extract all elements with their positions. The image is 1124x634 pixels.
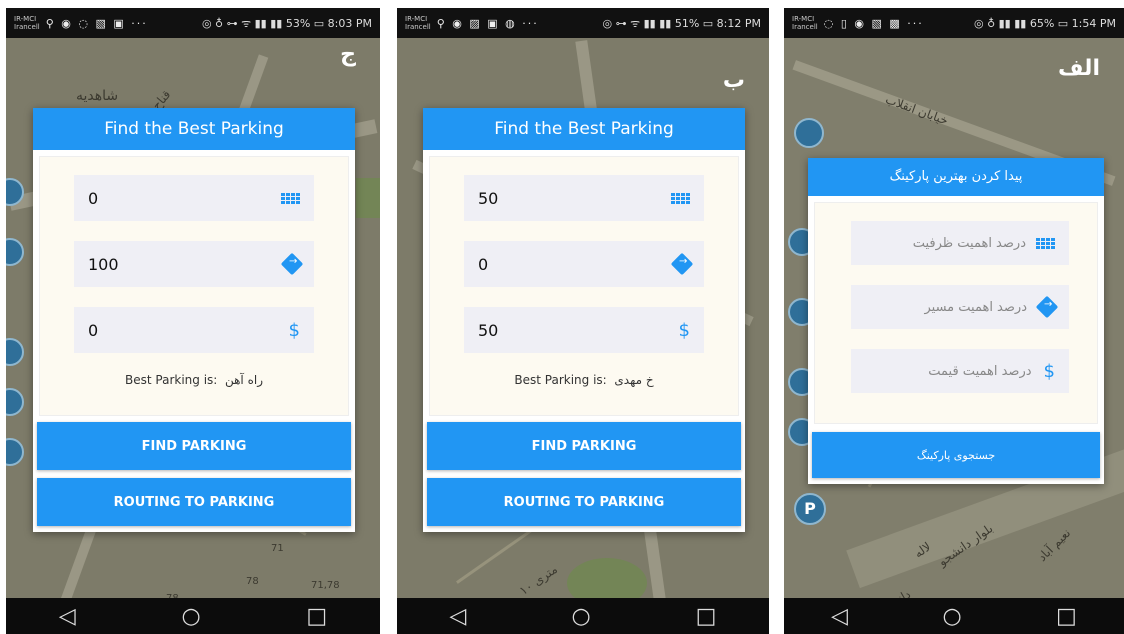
route-weight-input[interactable]: 100 [74, 241, 314, 287]
map-label: ۱۰ متری [516, 561, 560, 598]
recent-apps-icon[interactable]: □ [306, 604, 327, 629]
dollar-icon: $ [288, 319, 300, 341]
parking-dialog: پیدا کردن بهترین پارکینگ درصد اهمیت ظرفی… [808, 158, 1104, 484]
home-icon[interactable]: ○ [942, 604, 961, 629]
map-label: خیابان انقلاب [883, 92, 950, 128]
dialog-body: 0 100 0 $ Best Parking is: راه آهن [39, 156, 349, 416]
price-weight-input[interactable]: $ درصد اهمیت قیمت [851, 349, 1069, 393]
notification-icons: ◌ ▯ ◉ ▧ ▩ ··· [823, 16, 924, 30]
find-parking-button[interactable]: FIND PARKING [37, 422, 351, 470]
direction-icon [670, 252, 694, 276]
status-bar: IR-MCI Irancell ⚲ ◉ ▨ ▣ ◍ ··· ◎ ⊶ ᯤ ▮▮ ▮… [397, 8, 769, 38]
map-label: نعیم آباد [1034, 525, 1074, 565]
notification-icons: ⚲ ◉ ▨ ▣ ◍ ··· [436, 16, 539, 30]
back-icon[interactable]: ◁ [59, 604, 76, 629]
status-right: ◎ ♁ ⊶ ᯤ ▮▮ ▮▮ 53% ▭ 8:03 PM [201, 16, 372, 30]
result-value: خ مهدی [614, 373, 654, 387]
routing-to-parking-button[interactable]: ROUTING TO PARKING [37, 478, 351, 526]
map-marker[interactable] [6, 238, 24, 266]
field-value: 50 [478, 188, 499, 208]
carrier-label: IR-MCI Irancell [792, 15, 818, 31]
parking-dialog: Find the Best Parking 0 100 0 $ Best Par… [33, 108, 355, 532]
field-placeholder: درصد اهمیت مسیر [924, 299, 1027, 315]
carrier-label: IR-MCI Irancell [405, 15, 431, 31]
result-value: راه آهن [224, 373, 263, 387]
home-icon[interactable]: ○ [571, 604, 590, 629]
best-parking-result: Best Parking is: خ مهدی [430, 373, 738, 387]
status-bar: IR-MCI Irancell ⚲ ◉ ◌ ▧ ▣ ··· ◎ ♁ ⊶ ᯤ ▮▮… [6, 8, 380, 38]
dollar-icon: $ [678, 319, 690, 341]
parking-dialog: Find the Best Parking 50 0 50 $ Best Par… [423, 108, 745, 532]
home-icon[interactable]: ○ [181, 604, 200, 629]
map-label: شاهدیه [76, 88, 119, 104]
direction-icon [1035, 295, 1059, 319]
dollar-icon: $ [1043, 360, 1055, 382]
grid-icon [671, 192, 690, 204]
map-marker[interactable] [6, 388, 24, 416]
dialog-title: پیدا کردن بهترین پارکینگ [808, 158, 1104, 196]
capacity-weight-input[interactable]: 0 [74, 175, 314, 221]
android-nav-bar: ◁ ○ □ [784, 598, 1124, 634]
carrier-label: IR-MCI Irancell [14, 15, 40, 31]
status-bar: IR-MCI Irancell ◌ ▯ ◉ ▧ ▩ ··· ◎ ♁ ▮▮ ▮▮ … [784, 8, 1124, 38]
grid-icon [1036, 237, 1055, 249]
field-value: 0 [88, 188, 99, 208]
direction-icon [280, 252, 304, 276]
map-marker[interactable] [6, 338, 24, 366]
map-marker[interactable] [6, 438, 24, 466]
price-weight-input[interactable]: 50 $ [464, 307, 704, 353]
field-value: 0 [88, 320, 99, 340]
dialog-title: Find the Best Parking [423, 108, 745, 150]
map-label: 71 [271, 543, 284, 554]
panel-label: ب [722, 68, 745, 93]
find-parking-button[interactable]: FIND PARKING [427, 422, 741, 470]
field-placeholder: درصد اهمیت ظرفیت [912, 235, 1026, 251]
result-label: Best Parking is: [125, 373, 218, 387]
back-icon[interactable]: ◁ [450, 604, 467, 629]
routing-to-parking-button[interactable]: ROUTING TO PARKING [427, 478, 741, 526]
panel-label: الف [1057, 56, 1100, 81]
route-weight-input[interactable]: درصد اهمیت مسیر [851, 285, 1069, 329]
panel-label: ج [340, 42, 356, 67]
map-label: 78 [246, 576, 259, 587]
status-right: ◎ ⊶ ᯤ ▮▮ ▮▮ 51% ▭ 8:12 PM [602, 16, 762, 30]
field-value: 100 [88, 254, 119, 274]
status-right: ◎ ♁ ▮▮ ▮▮ 65% ▭ 1:54 PM [973, 16, 1116, 30]
search-parking-button[interactable]: جستجوی پارکینگ [812, 432, 1100, 478]
notification-icons: ⚲ ◉ ◌ ▧ ▣ ··· [45, 16, 148, 30]
dialog-body: 50 0 50 $ Best Parking is: خ مهدی [429, 156, 739, 416]
phone-screen-c: IR-MCI Irancell ⚲ ◉ ◌ ▧ ▣ ··· ◎ ♁ ⊶ ᯤ ▮▮… [6, 8, 380, 634]
phone-screen-b: IR-MCI Irancell ⚲ ◉ ▨ ▣ ◍ ··· ◎ ⊶ ᯤ ▮▮ ▮… [397, 8, 769, 634]
back-icon[interactable]: ◁ [831, 604, 848, 629]
zoom-out-button[interactable] [794, 118, 824, 148]
best-parking-result: Best Parking is: راه آهن [40, 373, 348, 387]
android-nav-bar: ◁ ○ □ [397, 598, 769, 634]
phone-screen-a: IR-MCI Irancell ◌ ▯ ◉ ▧ ▩ ··· ◎ ♁ ▮▮ ▮▮ … [784, 8, 1124, 634]
map-label: دانش [882, 587, 913, 598]
dialog-body: درصد اهمیت ظرفیت درصد اهمیت مسیر $ درصد … [814, 202, 1098, 424]
field-value: 50 [478, 320, 499, 340]
field-value: 0 [478, 254, 489, 274]
map-label: 71,78 [311, 580, 340, 591]
recent-apps-icon[interactable]: □ [1056, 604, 1077, 629]
route-weight-input[interactable]: 0 [464, 241, 704, 287]
capacity-weight-input[interactable]: درصد اهمیت ظرفیت [851, 221, 1069, 265]
recent-apps-icon[interactable]: □ [696, 604, 717, 629]
result-label: Best Parking is: [514, 373, 607, 387]
field-placeholder: درصد اهمیت قیمت [928, 363, 1032, 379]
android-nav-bar: ◁ ○ □ [6, 598, 380, 634]
capacity-weight-input[interactable]: 50 [464, 175, 704, 221]
grid-icon [281, 192, 300, 204]
parking-marker[interactable]: P [794, 493, 826, 525]
dialog-title: Find the Best Parking [33, 108, 355, 150]
price-weight-input[interactable]: 0 $ [74, 307, 314, 353]
